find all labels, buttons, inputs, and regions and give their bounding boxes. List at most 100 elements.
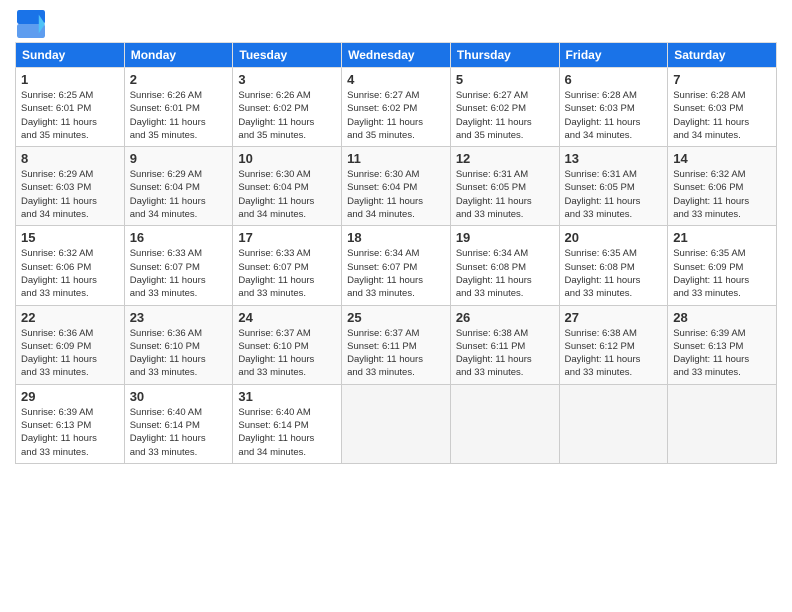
calendar-table: SundayMondayTuesdayWednesdayThursdayFrid… [15,42,777,464]
day-info: Sunrise: 6:27 AM Sunset: 6:02 PM Dayligh… [347,89,445,142]
col-header-wednesday: Wednesday [342,43,451,68]
calendar-cell: 23 Sunrise: 6:36 AM Sunset: 6:10 PM Dayli… [124,305,233,384]
day-info: Sunrise: 6:26 AM Sunset: 6:01 PM Dayligh… [130,89,228,142]
calendar-cell: 17 Sunrise: 6:33 AM Sunset: 6:07 PM Dayli… [233,226,342,305]
day-info: Sunrise: 6:37 AM Sunset: 6:11 PM Dayligh… [347,327,445,380]
day-number: 5 [456,72,554,87]
day-info: Sunrise: 6:39 AM Sunset: 6:13 PM Dayligh… [21,406,119,459]
day-info: Sunrise: 6:30 AM Sunset: 6:04 PM Dayligh… [238,168,336,221]
calendar-week-5: 29 Sunrise: 6:39 AM Sunset: 6:13 PM Dayli… [16,384,777,463]
col-header-tuesday: Tuesday [233,43,342,68]
calendar-cell: 29 Sunrise: 6:39 AM Sunset: 6:13 PM Dayli… [16,384,125,463]
day-number: 20 [565,230,663,245]
logo-icon [17,10,45,38]
col-header-friday: Friday [559,43,668,68]
day-number: 8 [21,151,119,166]
calendar-cell: 26 Sunrise: 6:38 AM Sunset: 6:11 PM Dayli… [450,305,559,384]
day-number: 27 [565,310,663,325]
col-header-thursday: Thursday [450,43,559,68]
calendar-cell: 13Sunrise: 6:31 AM Sunset: 6:05 PM Dayli… [559,147,668,226]
day-info: Sunrise: 6:40 AM Sunset: 6:14 PM Dayligh… [238,406,336,459]
calendar-cell: 20 Sunrise: 6:35 AM Sunset: 6:08 PM Dayli… [559,226,668,305]
day-number: 18 [347,230,445,245]
col-header-saturday: Saturday [668,43,777,68]
day-number: 3 [238,72,336,87]
day-number: 31 [238,389,336,404]
day-info: Sunrise: 6:36 AM Sunset: 6:09 PM Dayligh… [21,327,119,380]
day-info: Sunrise: 6:38 AM Sunset: 6:11 PM Dayligh… [456,327,554,380]
calendar-cell: 31 Sunrise: 6:40 AM Sunset: 6:14 PM Dayli… [233,384,342,463]
header [15,10,777,38]
day-number: 26 [456,310,554,325]
calendar-week-4: 22 Sunrise: 6:36 AM Sunset: 6:09 PM Dayli… [16,305,777,384]
day-info: Sunrise: 6:39 AM Sunset: 6:13 PM Dayligh… [673,327,771,380]
calendar-cell: 22 Sunrise: 6:36 AM Sunset: 6:09 PM Dayli… [16,305,125,384]
calendar-cell: 12Sunrise: 6:31 AM Sunset: 6:05 PM Dayli… [450,147,559,226]
day-number: 15 [21,230,119,245]
calendar-cell: 27Sunrise: 6:38 AM Sunset: 6:12 PM Dayli… [559,305,668,384]
day-info: Sunrise: 6:32 AM Sunset: 6:06 PM Dayligh… [673,168,771,221]
day-info: Sunrise: 6:32 AM Sunset: 6:06 PM Dayligh… [21,247,119,300]
day-number: 24 [238,310,336,325]
calendar-week-1: 1 Sunrise: 6:25 AM Sunset: 6:01 PM Daylig… [16,68,777,147]
col-header-monday: Monday [124,43,233,68]
calendar-cell: 25 Sunrise: 6:37 AM Sunset: 6:11 PM Dayli… [342,305,451,384]
day-number: 17 [238,230,336,245]
day-number: 29 [21,389,119,404]
day-number: 1 [21,72,119,87]
calendar-cell: 4 Sunrise: 6:27 AM Sunset: 6:02 PM Daylig… [342,68,451,147]
calendar-cell: 11 Sunrise: 6:30 AM Sunset: 6:04 PM Dayli… [342,147,451,226]
calendar-cell: 10 Sunrise: 6:30 AM Sunset: 6:04 PM Dayli… [233,147,342,226]
day-number: 4 [347,72,445,87]
day-number: 30 [130,389,228,404]
logo [15,10,49,38]
day-info: Sunrise: 6:26 AM Sunset: 6:02 PM Dayligh… [238,89,336,142]
day-number: 28 [673,310,771,325]
day-info: Sunrise: 6:28 AM Sunset: 6:03 PM Dayligh… [673,89,771,142]
day-info: Sunrise: 6:37 AM Sunset: 6:10 PM Dayligh… [238,327,336,380]
calendar-cell: 19Sunrise: 6:34 AM Sunset: 6:08 PM Dayli… [450,226,559,305]
day-number: 14 [673,151,771,166]
day-info: Sunrise: 6:33 AM Sunset: 6:07 PM Dayligh… [238,247,336,300]
day-info: Sunrise: 6:30 AM Sunset: 6:04 PM Dayligh… [347,168,445,221]
calendar-cell: 3 Sunrise: 6:26 AM Sunset: 6:02 PM Daylig… [233,68,342,147]
calendar-week-3: 15 Sunrise: 6:32 AM Sunset: 6:06 PM Dayli… [16,226,777,305]
day-info: Sunrise: 6:29 AM Sunset: 6:04 PM Dayligh… [130,168,228,221]
calendar-header-row: SundayMondayTuesdayWednesdayThursdayFrid… [16,43,777,68]
day-number: 21 [673,230,771,245]
day-number: 7 [673,72,771,87]
calendar-cell: 15 Sunrise: 6:32 AM Sunset: 6:06 PM Dayli… [16,226,125,305]
day-number: 11 [347,151,445,166]
day-info: Sunrise: 6:36 AM Sunset: 6:10 PM Dayligh… [130,327,228,380]
day-info: Sunrise: 6:29 AM Sunset: 6:03 PM Dayligh… [21,168,119,221]
day-info: Sunrise: 6:35 AM Sunset: 6:09 PM Dayligh… [673,247,771,300]
calendar-cell [342,384,451,463]
day-number: 13 [565,151,663,166]
calendar-cell: 21 Sunrise: 6:35 AM Sunset: 6:09 PM Dayli… [668,226,777,305]
calendar-cell: 6Sunrise: 6:28 AM Sunset: 6:03 PM Daylig… [559,68,668,147]
day-info: Sunrise: 6:25 AM Sunset: 6:01 PM Dayligh… [21,89,119,142]
calendar-cell: 9Sunrise: 6:29 AM Sunset: 6:04 PM Daylig… [124,147,233,226]
calendar-cell: 8 Sunrise: 6:29 AM Sunset: 6:03 PM Daylig… [16,147,125,226]
day-number: 10 [238,151,336,166]
day-number: 19 [456,230,554,245]
calendar-cell: 5 Sunrise: 6:27 AM Sunset: 6:02 PM Daylig… [450,68,559,147]
day-info: Sunrise: 6:28 AM Sunset: 6:03 PM Dayligh… [565,89,663,142]
day-info: Sunrise: 6:34 AM Sunset: 6:07 PM Dayligh… [347,247,445,300]
day-number: 22 [21,310,119,325]
calendar-week-2: 8 Sunrise: 6:29 AM Sunset: 6:03 PM Daylig… [16,147,777,226]
day-info: Sunrise: 6:35 AM Sunset: 6:08 PM Dayligh… [565,247,663,300]
calendar-cell: 1 Sunrise: 6:25 AM Sunset: 6:01 PM Daylig… [16,68,125,147]
calendar-cell: 14 Sunrise: 6:32 AM Sunset: 6:06 PM Dayli… [668,147,777,226]
calendar-cell: 18 Sunrise: 6:34 AM Sunset: 6:07 PM Dayli… [342,226,451,305]
calendar-cell: 16Sunrise: 6:33 AM Sunset: 6:07 PM Dayli… [124,226,233,305]
day-number: 25 [347,310,445,325]
day-number: 23 [130,310,228,325]
day-number: 16 [130,230,228,245]
day-info: Sunrise: 6:40 AM Sunset: 6:14 PM Dayligh… [130,406,228,459]
calendar-cell: 28 Sunrise: 6:39 AM Sunset: 6:13 PM Dayli… [668,305,777,384]
day-number: 12 [456,151,554,166]
calendar-cell [559,384,668,463]
day-info: Sunrise: 6:27 AM Sunset: 6:02 PM Dayligh… [456,89,554,142]
calendar-cell: 2Sunrise: 6:26 AM Sunset: 6:01 PM Daylig… [124,68,233,147]
